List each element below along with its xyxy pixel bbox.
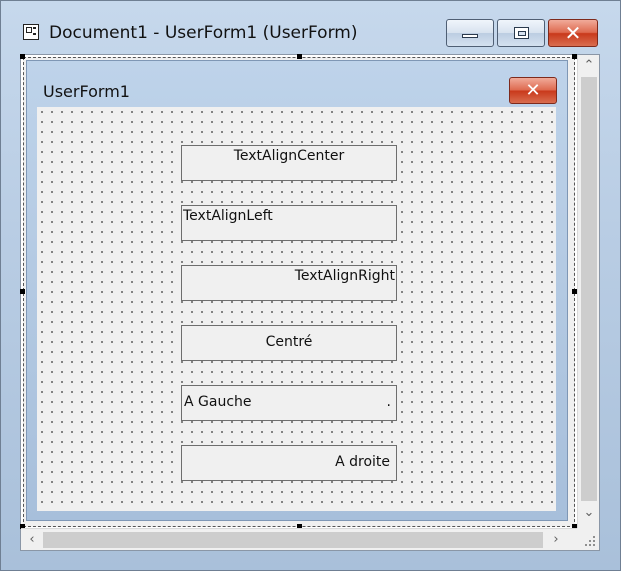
resize-grip[interactable] bbox=[577, 528, 599, 550]
vba-designer-window: Document1 - UserForm1 (UserForm) ✕ UserF… bbox=[0, 0, 621, 571]
textbox-a-gauche[interactable]: A Gauche . bbox=[181, 385, 397, 421]
resize-handle-top-center[interactable] bbox=[297, 54, 302, 59]
window-title-bar[interactable]: Document1 - UserForm1 (UserForm) ✕ bbox=[1, 1, 620, 49]
minimize-icon bbox=[462, 34, 478, 38]
scroll-right-icon[interactable]: › bbox=[545, 529, 567, 551]
scroll-left-icon[interactable]: ‹ bbox=[21, 529, 43, 551]
resize-grip-dot bbox=[585, 544, 587, 546]
window-title: Document1 - UserForm1 (UserForm) bbox=[49, 23, 358, 43]
resize-handle-top-left[interactable] bbox=[20, 54, 25, 59]
textbox-text-align-right[interactable]: TextAlignRight bbox=[181, 265, 397, 301]
userform-frame[interactable]: UserForm1 ✕ TextAlignCenter TextAlignLef… bbox=[26, 60, 568, 521]
horizontal-scrollbar[interactable]: ‹ › bbox=[21, 528, 577, 550]
textbox-a-gauche-text: A Gauche bbox=[184, 394, 252, 410]
userform-designer: UserForm1 ✕ TextAlignCenter TextAlignLef… bbox=[20, 54, 577, 529]
textbox-text-align-center[interactable]: TextAlignCenter bbox=[181, 145, 397, 181]
textbox-a-droite[interactable]: A droite bbox=[181, 445, 397, 481]
scroll-down-icon[interactable]: ⌄ bbox=[578, 502, 600, 524]
minimize-button[interactable] bbox=[446, 19, 494, 47]
resize-grip-dot bbox=[589, 540, 591, 542]
textbox-a-gauche-dot: . bbox=[386, 394, 391, 410]
resize-grip-dot bbox=[593, 536, 595, 538]
resize-grip-dot bbox=[593, 544, 595, 546]
horizontal-scroll-thumb[interactable] bbox=[43, 532, 543, 548]
close-button[interactable]: ✕ bbox=[548, 19, 598, 47]
textbox-centre[interactable]: Centré bbox=[181, 325, 397, 361]
maximize-icon bbox=[514, 27, 529, 39]
close-icon: ✕ bbox=[564, 21, 582, 45]
close-icon: ✕ bbox=[525, 80, 541, 101]
userform-title: UserForm1 bbox=[43, 82, 130, 101]
vertical-scroll-thumb[interactable] bbox=[581, 77, 597, 501]
resize-grip-dot bbox=[593, 540, 595, 542]
resize-handle-middle-left[interactable] bbox=[20, 289, 25, 294]
resize-grip-dot bbox=[589, 544, 591, 546]
userform-close-button[interactable]: ✕ bbox=[509, 77, 557, 104]
scroll-up-icon[interactable]: ⌃ bbox=[578, 55, 600, 77]
vertical-scrollbar[interactable]: ⌃ ⌄ bbox=[577, 55, 599, 528]
textbox-text-align-left[interactable]: TextAlignLeft bbox=[181, 205, 397, 241]
userform-grid[interactable]: TextAlignCenter TextAlignLeft TextAlignR… bbox=[37, 107, 556, 511]
designer-client-area: UserForm1 ✕ TextAlignCenter TextAlignLef… bbox=[20, 54, 600, 551]
userform-icon bbox=[23, 24, 39, 40]
maximize-button[interactable] bbox=[497, 19, 545, 47]
